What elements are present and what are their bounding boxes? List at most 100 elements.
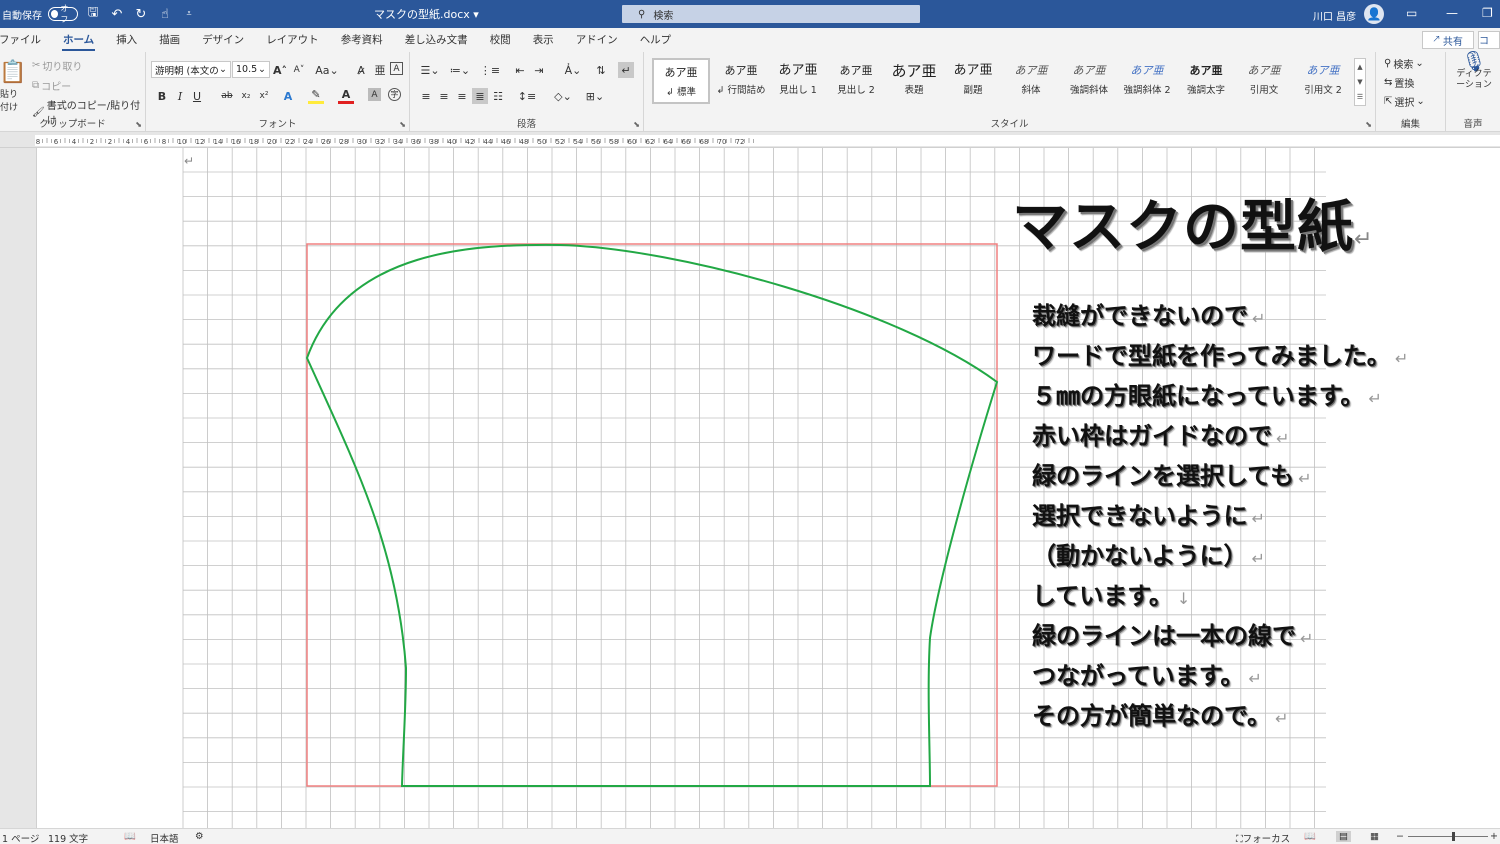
paragraph[interactable]: 選択できないように ↵ bbox=[1032, 496, 1408, 536]
grow-font-icon[interactable]: A ˄ bbox=[272, 62, 288, 78]
tab-4[interactable]: デザイン bbox=[191, 28, 255, 52]
autosave-toggle[interactable]: オフ bbox=[48, 4, 78, 24]
web-layout-icon[interactable]: ▦ bbox=[1370, 831, 1379, 842]
focus-button[interactable]: ⛶フォーカス bbox=[1236, 831, 1290, 844]
bullets-icon[interactable]: ☰⌄ bbox=[418, 62, 442, 78]
page-title[interactable]: マスクの型紙↵ bbox=[1012, 182, 1373, 263]
align-center-icon[interactable]: ≡ bbox=[436, 88, 452, 104]
gallery-scroll[interactable]: ▲ ▼ ☰ bbox=[1354, 58, 1366, 106]
style-item-10[interactable]: あア亜 引用文 bbox=[1235, 58, 1293, 104]
style-item-5[interactable]: あア亜 副題 bbox=[944, 58, 1002, 104]
text-effects-icon[interactable]: A bbox=[280, 88, 296, 104]
superscript-button[interactable]: x² bbox=[256, 88, 272, 104]
bold-button[interactable]: B bbox=[154, 88, 170, 104]
zoom-in-button[interactable]: + bbox=[1490, 831, 1498, 842]
restore-icon[interactable]: ❐ bbox=[1482, 6, 1493, 20]
zoom-slider-thumb[interactable] bbox=[1452, 832, 1455, 841]
change-case-button[interactable]: Aa ⌄ bbox=[314, 62, 340, 78]
customize-qat-icon[interactable]: ⩡ bbox=[180, 5, 198, 23]
save-icon[interactable]: 🖫 bbox=[84, 5, 102, 23]
style-item-4[interactable]: あア亜 表題 bbox=[885, 58, 943, 104]
shrink-font-icon[interactable]: A ˅ bbox=[291, 62, 307, 78]
paragraph[interactable]: ワードで型紙を作ってみました。 ↵ bbox=[1032, 336, 1408, 376]
read-mode-icon[interactable]: 📖 bbox=[1304, 831, 1316, 842]
underline-button[interactable]: U bbox=[189, 88, 205, 104]
tab-10[interactable]: アドイン bbox=[565, 28, 629, 52]
undo-icon[interactable]: ↶ bbox=[108, 5, 126, 23]
minimize-icon[interactable]: — bbox=[1446, 6, 1458, 20]
print-layout-icon[interactable]: ▤ bbox=[1336, 831, 1351, 842]
style-item-1[interactable]: あア亜 ↲ 行間詰め bbox=[712, 58, 770, 104]
share-button[interactable]: 🡕 共有 bbox=[1422, 31, 1474, 49]
increase-indent-icon[interactable]: ⇥ bbox=[531, 62, 547, 78]
character-border-icon[interactable]: A bbox=[390, 62, 403, 75]
tab-9[interactable]: 表示 bbox=[522, 28, 565, 52]
cut-button[interactable]: ✂ 切り取り bbox=[32, 58, 82, 73]
paragraph[interactable]: ５㎜の方眼紙になっています。 ↵ bbox=[1032, 376, 1408, 416]
document-title[interactable]: マスクの型紙.docx ▾ bbox=[374, 6, 479, 22]
paragraph[interactable]: （動かないように） ↵ bbox=[1032, 536, 1408, 576]
align-left-icon[interactable]: ≡ bbox=[418, 88, 434, 104]
asian-layout-icon[interactable]: A̾⌄ bbox=[560, 62, 586, 78]
redo-icon[interactable]: ↻ bbox=[132, 5, 150, 23]
avatar[interactable]: 👤 bbox=[1364, 4, 1384, 24]
page-count[interactable]: 1 ページ bbox=[2, 831, 39, 844]
paragraph[interactable]: その方が簡単なので。 ↵ bbox=[1032, 696, 1408, 736]
highlight-icon[interactable]: ✎ bbox=[308, 88, 324, 104]
proofing-icon[interactable]: 📖 bbox=[124, 831, 136, 842]
dialog-launcher-icon[interactable]: ⬊ bbox=[135, 120, 142, 129]
user-name[interactable]: 川口 昌彦 bbox=[1313, 8, 1356, 23]
find-button[interactable]: ⚲ 検索 ⌄ bbox=[1384, 56, 1424, 71]
style-item-11[interactable]: あア亜 引用文 2 bbox=[1294, 58, 1352, 104]
tab-8[interactable]: 校閲 bbox=[479, 28, 522, 52]
shading-icon[interactable]: ◇⌄ bbox=[550, 88, 576, 104]
style-item-7[interactable]: あア亜 強調斜体 bbox=[1060, 58, 1118, 104]
paragraph[interactable]: 裁縫ができないので ↵ bbox=[1032, 296, 1408, 336]
tab-11[interactable]: ヘルプ bbox=[629, 28, 683, 52]
body-text[interactable]: 裁縫ができないので ↵ ワードで型紙を作ってみました。 ↵ ５㎜の方眼紙になっています。… bbox=[1032, 296, 1408, 736]
font-color-button[interactable]: A bbox=[338, 88, 354, 104]
horizontal-ruler[interactable]: 8 6 4 2 2 4 6 8 10 12 14 16 18 20 22 24 26 28 30 32 34 36 38 40… bbox=[0, 133, 1500, 148]
style-item-2[interactable]: あア亜 見出し 1 bbox=[769, 58, 827, 104]
multilevel-list-icon[interactable]: ⋮≡ bbox=[478, 62, 502, 78]
borders-icon[interactable]: ⊞⌄ bbox=[582, 88, 608, 104]
align-right-icon[interactable]: ≡ bbox=[454, 88, 470, 104]
paragraph[interactable]: しています。 ↓ bbox=[1032, 576, 1408, 616]
line-spacing-icon[interactable]: ↕≡ bbox=[514, 88, 540, 104]
search-input[interactable]: ⚲ 検索 bbox=[622, 5, 920, 23]
accessibility-icon[interactable]: ⚙ bbox=[195, 831, 204, 842]
word-count[interactable]: 119 文字 bbox=[48, 831, 88, 844]
zoom-out-button[interactable]: − bbox=[1396, 831, 1404, 842]
paragraph[interactable]: 赤い枠はガイドなので ↵ bbox=[1032, 416, 1408, 456]
ribbon-display-icon[interactable]: ▭ bbox=[1406, 6, 1417, 20]
style-item-6[interactable]: あア亜 斜体 bbox=[1002, 58, 1060, 104]
subscript-button[interactable]: x₂ bbox=[238, 88, 254, 104]
style-item-8[interactable]: あア亜 強調斜体 2 bbox=[1118, 58, 1176, 104]
decrease-indent-icon[interactable]: ⇤ bbox=[512, 62, 528, 78]
paragraph[interactable]: つながっています。 ↵ bbox=[1032, 656, 1408, 696]
tab-5[interactable]: レイアウト bbox=[255, 28, 330, 52]
paste-button[interactable]: 📋 貼り付け bbox=[0, 60, 27, 113]
copy-button[interactable]: ⧉ コピー bbox=[32, 78, 71, 93]
replace-button[interactable]: ⇆ 置換 bbox=[1384, 75, 1414, 90]
sort-icon[interactable]: ⇅ bbox=[593, 62, 609, 78]
tab-6[interactable]: 参考資料 bbox=[330, 28, 394, 52]
strikethrough-button[interactable]: ab bbox=[219, 88, 235, 104]
comments-button[interactable]: コ bbox=[1478, 31, 1500, 49]
style-item-9[interactable]: あア亜 強調太字 bbox=[1177, 58, 1235, 104]
show-marks-icon[interactable]: ↵ bbox=[618, 62, 634, 78]
clear-formatting-icon[interactable]: A̷ bbox=[353, 62, 369, 78]
font-size-combo[interactable]: 10.5 ⌄ bbox=[232, 61, 270, 78]
numbering-icon[interactable]: ≔⌄ bbox=[448, 62, 472, 78]
language[interactable]: 日本語 bbox=[150, 831, 179, 844]
italic-button[interactable]: I bbox=[172, 88, 188, 104]
paragraph[interactable]: 緑のラインは一本の線で ↵ bbox=[1032, 616, 1408, 656]
tab-0[interactable]: ファイル bbox=[0, 28, 52, 52]
touch-mode-icon[interactable]: ☝ bbox=[156, 5, 174, 23]
justify-icon[interactable]: ≣ bbox=[472, 88, 488, 104]
select-button[interactable]: ⇱ 選択 ⌄ bbox=[1384, 94, 1425, 109]
tab-2[interactable]: 挿入 bbox=[105, 28, 148, 52]
tab-1[interactable]: ホーム bbox=[52, 28, 105, 52]
zoom-slider[interactable] bbox=[1408, 836, 1488, 837]
character-shading-button[interactable]: A bbox=[368, 88, 381, 101]
